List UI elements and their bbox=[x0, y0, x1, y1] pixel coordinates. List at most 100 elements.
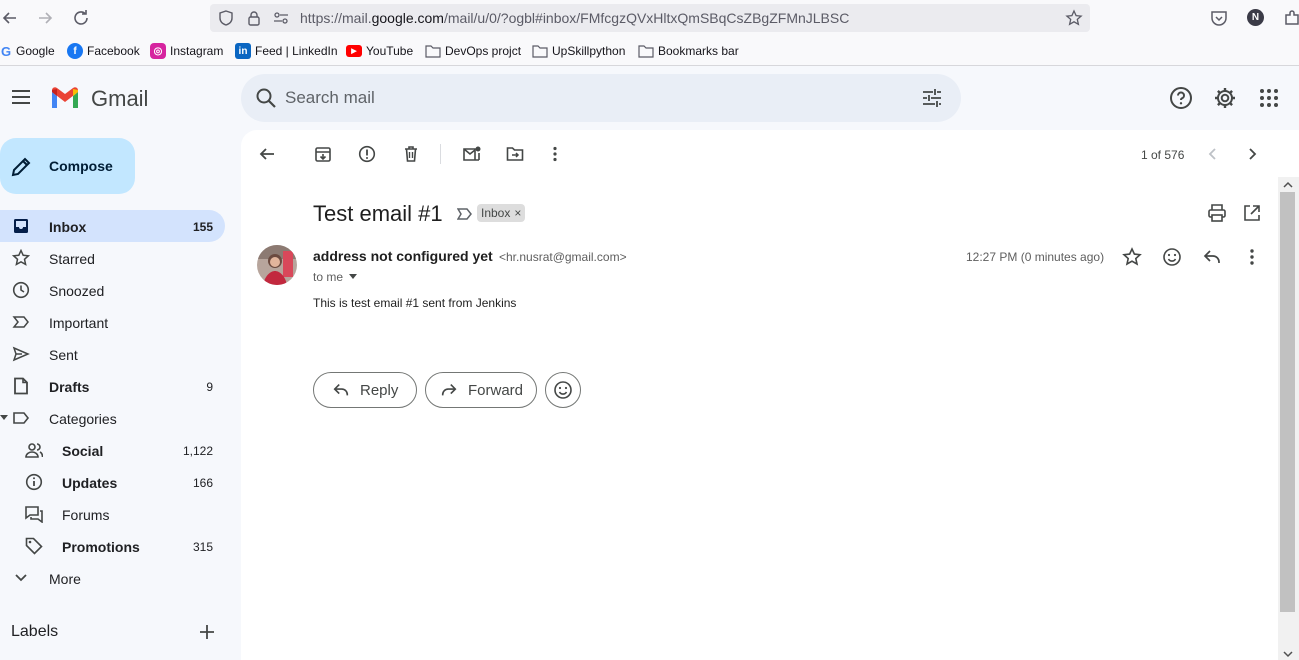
emoji-icon bbox=[554, 381, 572, 399]
reply-icon[interactable] bbox=[1202, 247, 1222, 267]
bookmark-star-icon[interactable] bbox=[1065, 9, 1083, 27]
label-chip: Inbox × bbox=[477, 204, 526, 222]
bookmark-facebook[interactable]: f Facebook bbox=[67, 43, 140, 59]
bookmark-bookmarks-bar[interactable]: Bookmarks bar bbox=[638, 43, 739, 59]
mark-unread-icon[interactable] bbox=[462, 145, 482, 163]
sidebar-item-sent[interactable]: Sent bbox=[0, 338, 225, 370]
linkedin-icon: in bbox=[235, 43, 251, 59]
importance-marker-icon[interactable] bbox=[457, 207, 473, 221]
star-icon[interactable] bbox=[1122, 247, 1142, 267]
sidebar-item-label: Important bbox=[49, 315, 109, 331]
back-arrow-icon[interactable] bbox=[258, 145, 276, 163]
archive-icon[interactable] bbox=[314, 145, 332, 163]
apps-grid-icon[interactable] bbox=[1257, 86, 1281, 110]
recipient-details[interactable]: to me bbox=[313, 270, 358, 284]
bookmark-google[interactable]: G Google bbox=[0, 43, 55, 59]
bookmark-upskillpython[interactable]: UpSkillpython bbox=[532, 43, 625, 59]
clock-icon bbox=[12, 281, 30, 299]
sidebar-item-label: Social bbox=[62, 443, 104, 459]
scroll-up-icon[interactable] bbox=[1283, 181, 1293, 189]
sender-name[interactable]: address not configured yet bbox=[313, 248, 493, 264]
search-input[interactable] bbox=[285, 87, 885, 109]
pagination-count: 1 of 576 bbox=[1141, 148, 1185, 162]
sidebar-item-starred[interactable]: Starred bbox=[0, 242, 225, 274]
sidebar-item-label: Snoozed bbox=[49, 283, 105, 299]
lock-icon[interactable] bbox=[245, 9, 263, 27]
sidebar-item-important[interactable]: Important bbox=[0, 306, 225, 338]
open-new-window-icon[interactable] bbox=[1242, 203, 1262, 223]
caret-down-icon[interactable] bbox=[0, 413, 8, 421]
sidebar-item-label: Drafts bbox=[49, 379, 90, 395]
reply-icon bbox=[333, 384, 349, 396]
chevron-right-icon[interactable] bbox=[1243, 145, 1261, 163]
remove-label-icon[interactable]: × bbox=[514, 206, 521, 220]
sidebar-item-inbox[interactable]: Inbox 155 bbox=[0, 210, 225, 242]
sidebar-item-social[interactable]: Social 1,122 bbox=[0, 434, 225, 466]
compose-button[interactable]: Compose bbox=[0, 138, 135, 194]
search-icon[interactable] bbox=[255, 87, 277, 109]
people-icon bbox=[25, 441, 43, 459]
scroll-down-icon[interactable] bbox=[1283, 650, 1293, 658]
chevron-left-icon[interactable] bbox=[1204, 145, 1222, 163]
scrollbar[interactable] bbox=[1278, 177, 1299, 660]
more-vertical-icon[interactable] bbox=[546, 145, 564, 163]
permissions-icon[interactable] bbox=[272, 9, 290, 27]
move-to-folder-icon[interactable] bbox=[506, 145, 524, 163]
sidebar-item-more[interactable]: More bbox=[0, 562, 225, 594]
unread-count: 315 bbox=[192, 540, 213, 554]
message-timestamp: 12:27 PM (0 minutes ago) bbox=[966, 250, 1105, 264]
search-bar[interactable] bbox=[241, 74, 961, 122]
folder-icon bbox=[638, 45, 654, 58]
emoji-reaction-icon[interactable] bbox=[1162, 247, 1182, 267]
bookmark-youtube[interactable]: ▶ YouTube bbox=[346, 43, 413, 59]
address-bar[interactable]: https://mail.google.com/mail/u/0/?ogbl#i… bbox=[210, 4, 1090, 32]
unread-count: 1,122 bbox=[182, 444, 213, 458]
delete-trash-icon[interactable] bbox=[402, 145, 420, 163]
app-name[interactable]: Gmail bbox=[91, 86, 148, 112]
reply-label: Reply bbox=[360, 381, 399, 399]
youtube-icon: ▶ bbox=[346, 45, 362, 57]
profile-avatar[interactable]: N bbox=[1247, 9, 1264, 26]
settings-gear-icon[interactable] bbox=[1213, 86, 1237, 110]
print-icon[interactable] bbox=[1207, 203, 1227, 223]
help-icon[interactable] bbox=[1169, 86, 1193, 110]
sidebar-item-label: Promotions bbox=[62, 539, 140, 555]
sender-email[interactable]: <hr.nusrat@gmail.com> bbox=[499, 250, 627, 264]
sender-avatar[interactable] bbox=[257, 245, 297, 285]
reload-icon[interactable] bbox=[71, 8, 91, 28]
caret-down-icon[interactable] bbox=[349, 274, 358, 280]
gmail-logo-icon[interactable] bbox=[50, 86, 80, 110]
pencil-icon bbox=[10, 156, 32, 178]
bookmark-devops[interactable]: DevOps projct bbox=[425, 43, 521, 59]
emoji-react-button[interactable] bbox=[545, 372, 581, 408]
forward-icon bbox=[441, 384, 457, 396]
report-spam-icon[interactable] bbox=[358, 145, 376, 163]
extensions-icon[interactable] bbox=[1282, 8, 1299, 28]
sidebar-item-drafts[interactable]: Drafts 9 bbox=[0, 370, 225, 402]
facebook-icon: f bbox=[67, 43, 83, 59]
sidebar-item-updates[interactable]: Updates 166 bbox=[0, 466, 225, 498]
reply-button[interactable]: Reply bbox=[313, 372, 417, 408]
label-chip-text: Inbox bbox=[481, 206, 511, 220]
forward-label: Forward bbox=[468, 381, 524, 399]
pocket-icon[interactable] bbox=[1209, 8, 1229, 28]
bookmark-linkedin[interactable]: in Feed | LinkedIn bbox=[235, 43, 338, 59]
sidebar-item-forums[interactable]: Forums bbox=[0, 498, 225, 530]
more-vertical-icon[interactable] bbox=[1242, 247, 1262, 267]
folder-icon bbox=[425, 45, 441, 58]
forward-button[interactable]: Forward bbox=[425, 372, 537, 408]
menu-icon[interactable] bbox=[10, 86, 32, 108]
sidebar-item-snoozed[interactable]: Snoozed bbox=[0, 274, 225, 306]
recipient-text: to me bbox=[313, 270, 344, 284]
sidebar-item-label: Categories bbox=[49, 411, 117, 427]
sidebar-item-promotions[interactable]: Promotions 315 bbox=[0, 530, 225, 562]
forward-arrow-icon[interactable] bbox=[35, 8, 55, 28]
search-options-icon[interactable] bbox=[921, 87, 943, 109]
message-view: 1 of 576 Test email #1 Inbox × address no… bbox=[241, 130, 1299, 660]
back-arrow-icon[interactable] bbox=[0, 8, 20, 28]
shield-icon[interactable] bbox=[217, 9, 235, 27]
plus-icon[interactable] bbox=[198, 623, 216, 641]
sidebar-item-categories[interactable]: Categories bbox=[0, 402, 225, 434]
scrollbar-thumb[interactable] bbox=[1280, 192, 1295, 612]
bookmark-instagram[interactable]: ◎ Instagram bbox=[150, 43, 223, 59]
